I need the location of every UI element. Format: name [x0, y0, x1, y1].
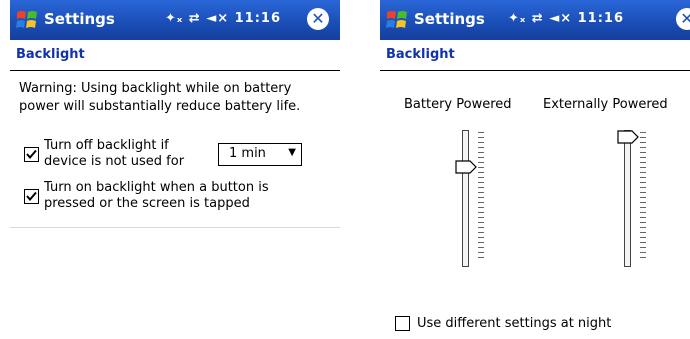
slider-track [624, 130, 631, 267]
title-bar: Settings ✦ₓ ⇄ ◄× 11:16 ✕ [380, 0, 690, 40]
app-title: Settings [414, 10, 485, 28]
night-settings-label[interactable]: Use different settings at night [417, 316, 611, 332]
start-icon[interactable] [385, 8, 409, 32]
slider-ticks [640, 132, 646, 262]
turn-off-backlight-label[interactable]: Turn off backlight if device is not used… [44, 138, 184, 170]
slider-ticks [478, 132, 484, 262]
title-bar: Settings ✦ₓ ⇄ ◄× 11:16 ✕ [10, 0, 340, 40]
turn-on-backlight-checkbox[interactable] [24, 189, 39, 204]
checkmark-icon [26, 149, 37, 160]
settings-screen-backlight-brightness: Settings ✦ₓ ⇄ ◄× 11:16 ✕ Backlight Batte… [380, 0, 690, 339]
status-area[interactable]: ✦ₓ ⇄ ◄× 11:16 [165, 11, 281, 26]
close-button[interactable]: ✕ [307, 8, 329, 30]
start-icon[interactable] [15, 8, 39, 32]
timeout-select[interactable]: 1 min ▼ [218, 143, 302, 166]
battery-powered-label: Battery Powered [404, 97, 512, 112]
slider-thumb[interactable] [455, 160, 477, 174]
slider-thumb[interactable] [617, 130, 639, 144]
chevron-down-icon: ▼ [288, 147, 296, 158]
status-area[interactable]: ✦ₓ ⇄ ◄× 11:16 [508, 11, 624, 26]
app-title: Settings [44, 10, 115, 28]
timeout-select-value: 1 min [229, 146, 266, 161]
close-icon: ✕ [311, 9, 325, 28]
night-settings-checkbox[interactable] [395, 316, 410, 331]
turn-on-backlight-label[interactable]: Turn on backlight when a button is press… [44, 180, 269, 212]
status-icons: ✦ₓ ⇄ ◄× [165, 11, 230, 26]
externally-powered-label: Externally Powered [543, 97, 668, 112]
page-heading: Backlight [10, 40, 340, 71]
close-icon: ✕ [680, 9, 690, 28]
warning-text: Warning: Using backlight while on batter… [19, 81, 301, 114]
checkmark-icon [26, 191, 37, 202]
status-icons: ✦ₓ ⇄ ◄× [508, 11, 573, 26]
slider-track [462, 130, 469, 267]
settings-screen-backlight-timeout: Settings ✦ₓ ⇄ ◄× 11:16 ✕ Backlight Warni… [10, 0, 340, 228]
turn-off-backlight-checkbox[interactable] [24, 147, 39, 162]
clock-time: 11:16 [234, 11, 282, 26]
page-heading: Backlight [380, 40, 690, 71]
clock-time: 11:16 [577, 11, 625, 26]
close-button[interactable]: ✕ [676, 8, 690, 30]
